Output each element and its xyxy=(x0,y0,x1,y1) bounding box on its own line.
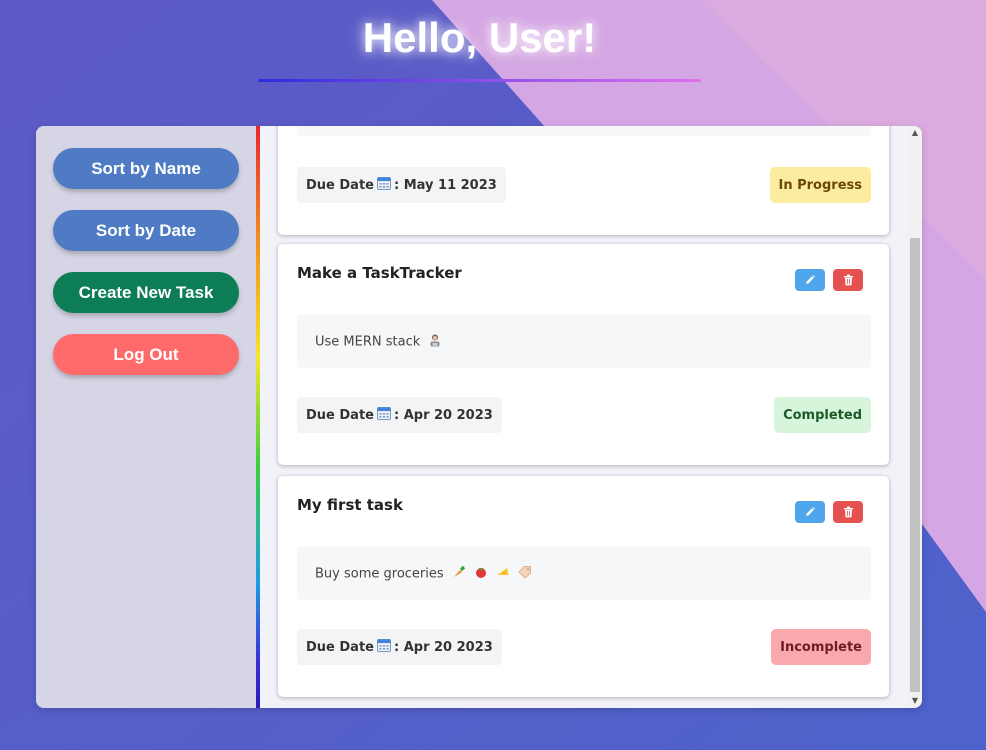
app-panel: Sort by Name Sort by Date Create New Tas… xyxy=(36,126,922,708)
due-date-prefix: Due Date xyxy=(306,407,374,423)
task-description-text: Buy some groceries xyxy=(315,566,444,582)
price-tag-icon xyxy=(518,565,532,583)
calendar-icon xyxy=(376,638,391,656)
trash-icon xyxy=(843,506,853,518)
due-date-value: : May 11 2023 xyxy=(393,177,497,193)
sort-by-name-button[interactable]: Sort by Name xyxy=(53,148,239,189)
due-date-label: Due Date : Apr 20 2023 xyxy=(297,397,502,433)
task-list[interactable]: Due Date : May 11 2023 In Progress Make … xyxy=(260,126,908,708)
task-card: My first task Buy some groceries Due Dat… xyxy=(278,476,889,697)
scroll-down-arrow-icon[interactable]: ▼ xyxy=(908,694,922,708)
create-task-button[interactable]: Create New Task xyxy=(53,272,239,313)
technologist-icon xyxy=(428,333,442,351)
task-description xyxy=(297,126,871,136)
due-date-value: : Apr 20 2023 xyxy=(393,639,493,655)
scroll-up-arrow-icon[interactable]: ▲ xyxy=(908,126,922,140)
status-badge: In Progress xyxy=(769,167,871,203)
sidebar: Sort by Name Sort by Date Create New Tas… xyxy=(36,126,256,708)
greeting-heading: Hello, User! xyxy=(362,14,597,61)
delete-task-button[interactable] xyxy=(833,501,863,523)
status-badge: Completed xyxy=(774,397,871,433)
task-card: Make a TaskTracker Use MERN stack Due Da… xyxy=(278,244,889,465)
due-date-label: Due Date : May 11 2023 xyxy=(297,167,506,203)
due-date-prefix: Due Date xyxy=(306,639,374,655)
scrollbar-thumb[interactable] xyxy=(910,238,920,692)
sort-by-date-button[interactable]: Sort by Date xyxy=(53,210,239,251)
greeting-underline xyxy=(258,79,701,82)
edit-task-button[interactable] xyxy=(795,501,825,523)
task-description: Use MERN stack xyxy=(297,314,871,368)
delete-task-button[interactable] xyxy=(833,269,863,291)
task-title: My first task xyxy=(297,496,403,514)
calendar-icon xyxy=(376,176,391,194)
due-date-prefix: Due Date xyxy=(306,177,374,193)
cheese-icon xyxy=(496,565,510,583)
task-title: Make a TaskTracker xyxy=(297,264,462,282)
task-description-text: Use MERN stack xyxy=(315,334,421,350)
due-date-label: Due Date : Apr 20 2023 xyxy=(297,629,502,665)
scrollbar[interactable]: ▲ ▼ xyxy=(908,126,922,708)
due-date-value: : Apr 20 2023 xyxy=(393,407,493,423)
trash-icon xyxy=(843,274,853,286)
pencil-icon xyxy=(806,507,815,516)
pencil-icon xyxy=(806,275,815,284)
edit-task-button[interactable] xyxy=(795,269,825,291)
calendar-icon xyxy=(376,406,391,424)
status-badge: Incomplete xyxy=(771,629,871,665)
carrot-icon xyxy=(452,565,466,583)
task-card: Due Date : May 11 2023 In Progress xyxy=(278,126,889,235)
tomato-icon xyxy=(474,565,488,583)
task-description: Buy some groceries xyxy=(297,546,871,600)
log-out-button[interactable]: Log Out xyxy=(53,334,239,375)
